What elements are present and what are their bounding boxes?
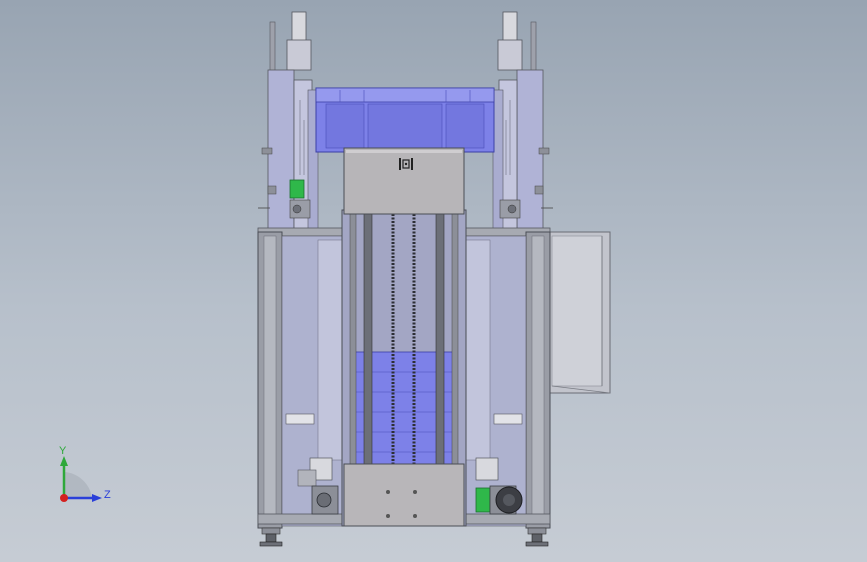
upper-left-column xyxy=(258,11,319,231)
machine-drawing: Y Z xyxy=(59,11,611,547)
upper-right-column xyxy=(492,11,553,231)
axis-triad-icon xyxy=(60,456,102,502)
blue-bin-top xyxy=(315,87,495,153)
axis-y-label: Y xyxy=(59,445,67,457)
central-lift-mast xyxy=(341,147,467,527)
axis-z-label: Z xyxy=(104,489,111,501)
feet xyxy=(259,527,549,547)
cad-viewport[interactable]: Y Z xyxy=(0,0,867,562)
side-cabinet xyxy=(547,231,611,394)
